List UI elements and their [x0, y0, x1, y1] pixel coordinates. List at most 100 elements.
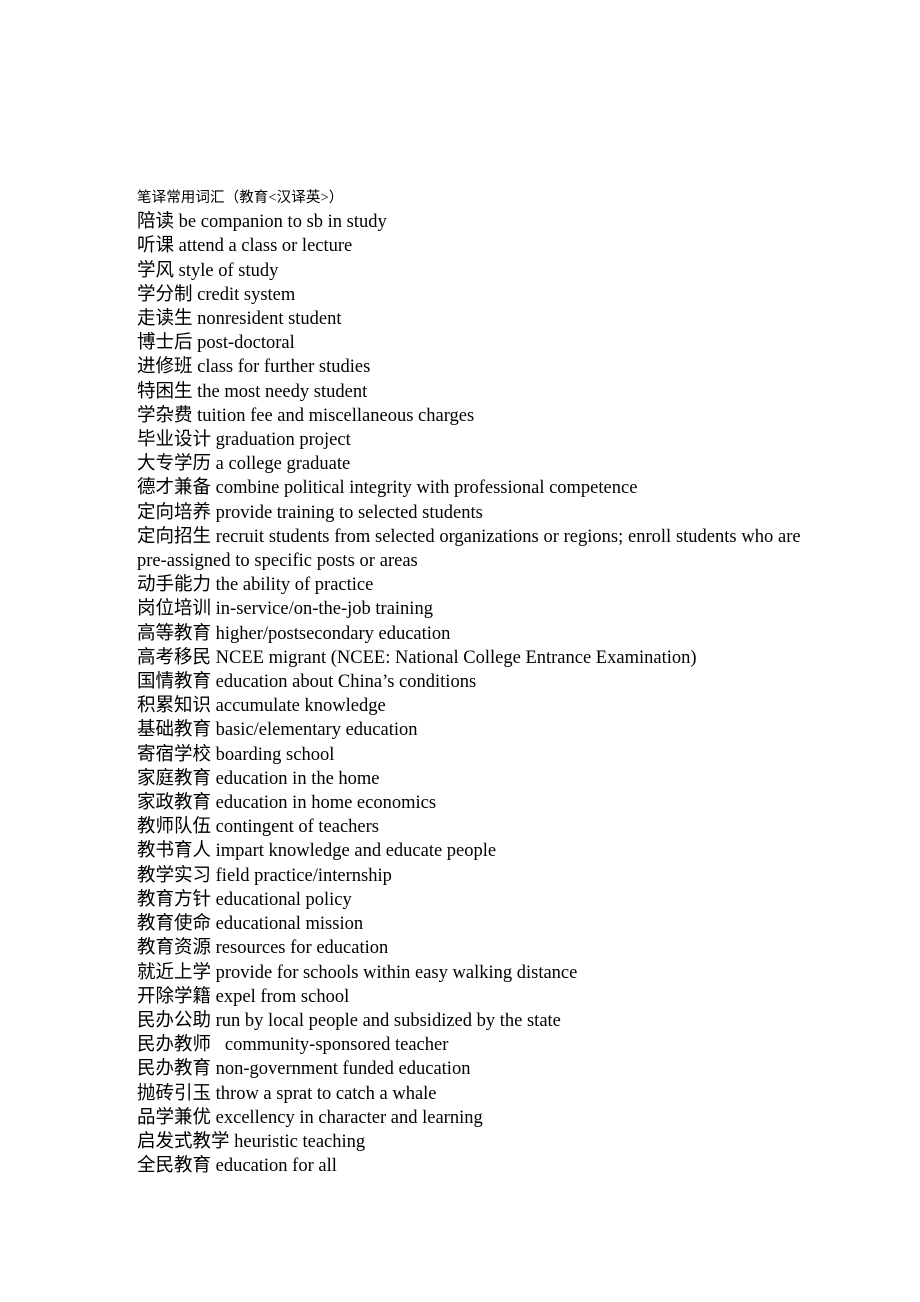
glossary-entry: 就近上学 provide for schools within easy wal…: [137, 961, 827, 985]
entry-term: 学杂费: [137, 405, 193, 426]
entry-term: 积累知识: [137, 696, 212, 717]
entry-term: 家政教育: [137, 793, 212, 814]
glossary-entry: 毕业设计 graduation project: [137, 428, 827, 452]
glossary-entry: 动手能力 the ability of practice: [137, 573, 827, 597]
entry-term: 民办教育: [137, 1059, 212, 1080]
glossary-entry: 高等教育 higher/postsecondary education: [137, 622, 827, 646]
entry-term: 毕业设计: [137, 430, 212, 451]
entry-gloss: a college graduate: [215, 454, 351, 475]
entry-gloss: recruit students from selected organizat…: [137, 526, 801, 572]
entry-term: 开除学籍: [137, 986, 212, 1007]
glossary-entry: 岗位培训 in-service/on-the-job training: [137, 597, 827, 621]
entry-term: 学风: [137, 260, 175, 281]
entry-term: 全民教育: [137, 1156, 212, 1177]
entry-term: 家庭教育: [137, 768, 212, 789]
entry-gloss: non-government funded education: [215, 1059, 471, 1080]
entry-term: 大专学历: [137, 454, 212, 475]
entry-gloss: excellency in character and learning: [215, 1107, 483, 1128]
glossary-entry: 民办公助 run by local people and subsidized …: [137, 1009, 827, 1033]
glossary-entry: 高考移民 NCEE migrant (NCEE: National Colleg…: [137, 646, 827, 670]
entry-term: 德才兼备: [137, 478, 212, 499]
entry-gloss: educational policy: [215, 889, 352, 910]
glossary-entry: 定向培养 provide training to selected studen…: [137, 501, 827, 525]
entry-gloss: resources for education: [215, 938, 389, 959]
entry-term: 民办教师: [137, 1035, 212, 1056]
entry-gloss: heuristic teaching: [234, 1131, 366, 1152]
glossary-entry: 学分制 credit system: [137, 283, 827, 307]
glossary-entry: 全民教育 education for all: [137, 1154, 827, 1178]
entry-gloss: education about China’s conditions: [215, 672, 477, 693]
glossary-entry: 进修班 class for further studies: [137, 355, 827, 379]
entry-gloss: the ability of practice: [215, 575, 374, 596]
document-title: 笔译常用词汇（教育<汉译英>）: [137, 190, 344, 206]
entry-gloss: education in the home: [215, 768, 380, 789]
entry-term: 特困生: [137, 381, 193, 402]
entry-term: 启发式教学: [137, 1131, 230, 1152]
entry-gloss: education for all: [215, 1156, 337, 1177]
entry-term: 听课: [137, 236, 175, 257]
entry-gloss: be companion to sb in study: [178, 212, 387, 233]
entry-gloss: field practice/internship: [215, 865, 392, 886]
document-page: 笔译常用词汇（教育<汉译英>） 陪读 be companion to sb in…: [0, 0, 920, 1302]
entry-term: 民办公助: [137, 1010, 212, 1031]
entry-term: 博士后: [137, 333, 193, 354]
entry-gloss: run by local people and subsidized by th…: [215, 1010, 561, 1031]
entry-term: 国情教育: [137, 672, 212, 693]
document-text-body: 笔译常用词汇（教育<汉译英>） 陪读 be companion to sb in…: [137, 186, 827, 1178]
glossary-entry: 民办教师 community-sponsored teacher: [137, 1033, 827, 1057]
entry-gloss: NCEE migrant (NCEE: National College Ent…: [215, 647, 697, 668]
entry-term: 岗位培训: [137, 599, 212, 620]
entry-term: 基础教育: [137, 720, 212, 741]
glossary-entry: 寄宿学校 boarding school: [137, 743, 827, 767]
entry-gloss: attend a class or lecture: [178, 236, 353, 257]
glossary-entry: 学风 style of study: [137, 259, 827, 283]
glossary-entry: 教书育人 impart knowledge and educate people: [137, 839, 827, 863]
entry-gloss: tuition fee and miscellaneous charges: [197, 405, 475, 426]
entry-term: 教育方针: [137, 889, 212, 910]
entry-term: 进修班: [137, 357, 193, 378]
glossary-entry: 基础教育 basic/elementary education: [137, 718, 827, 742]
entry-gloss: boarding school: [215, 744, 335, 765]
entry-gloss: throw a sprat to catch a whale: [215, 1083, 437, 1104]
glossary-entry: 抛砖引玉 throw a sprat to catch a whale: [137, 1082, 827, 1106]
glossary-entry: 陪读 be companion to sb in study: [137, 210, 827, 234]
entry-gloss: class for further studies: [197, 357, 371, 378]
glossary-entry: 博士后 post-doctoral: [137, 331, 827, 355]
entry-term: 走读生: [137, 309, 193, 330]
glossary-entry: 教育使命 educational mission: [137, 912, 827, 936]
entry-gloss: the most needy student: [197, 381, 368, 402]
entry-term: 教育使命: [137, 914, 212, 935]
glossary-entry: 家政教育 education in home economics: [137, 791, 827, 815]
glossary-entry: 定向招生 recruit students from selected orga…: [137, 525, 827, 573]
entry-gloss: post-doctoral: [197, 333, 295, 354]
entry-term: 教师队伍: [137, 817, 212, 838]
glossary-entry: 走读生 nonresident student: [137, 307, 827, 331]
entry-term: 教育资源: [137, 938, 212, 959]
entry-term: 寄宿学校: [137, 744, 212, 765]
glossary-entry: 积累知识 accumulate knowledge: [137, 694, 827, 718]
glossary-entry: 德才兼备 combine political integrity with pr…: [137, 476, 827, 500]
entry-gloss: impart knowledge and educate people: [215, 841, 497, 862]
entry-gloss: higher/postsecondary education: [215, 623, 451, 644]
entry-term: 高考移民: [137, 647, 212, 668]
entry-term: 抛砖引玉: [137, 1083, 212, 1104]
glossary-entry: 教育资源 resources for education: [137, 936, 827, 960]
glossary-entry: 民办教育 non-government funded education: [137, 1057, 827, 1081]
entry-gloss: educational mission: [215, 914, 364, 935]
entry-term: 学分制: [137, 284, 193, 305]
glossary-entry: 国情教育 education about China’s conditions: [137, 670, 827, 694]
glossary-entry: 开除学籍 expel from school: [137, 985, 827, 1009]
entry-gloss: basic/elementary education: [215, 720, 418, 741]
entry-gloss: expel from school: [215, 986, 350, 1007]
entry-term: 定向培养: [137, 502, 212, 523]
entry-term: 教书育人: [137, 841, 212, 862]
glossary-entry: 特困生 the most needy student: [137, 380, 827, 404]
entry-gloss: provide for schools within easy walking …: [215, 962, 578, 983]
glossary-entry: 听课 attend a class or lecture: [137, 234, 827, 258]
entry-term: 教学实习: [137, 865, 212, 886]
entry-term: 就近上学: [137, 962, 212, 983]
entry-term: 品学兼优: [137, 1107, 212, 1128]
entry-gloss: contingent of teachers: [215, 817, 379, 838]
glossary-entry: 教育方针 educational policy: [137, 888, 827, 912]
glossary-entry-list: 陪读 be companion to sb in study 听课 attend …: [137, 210, 827, 1178]
